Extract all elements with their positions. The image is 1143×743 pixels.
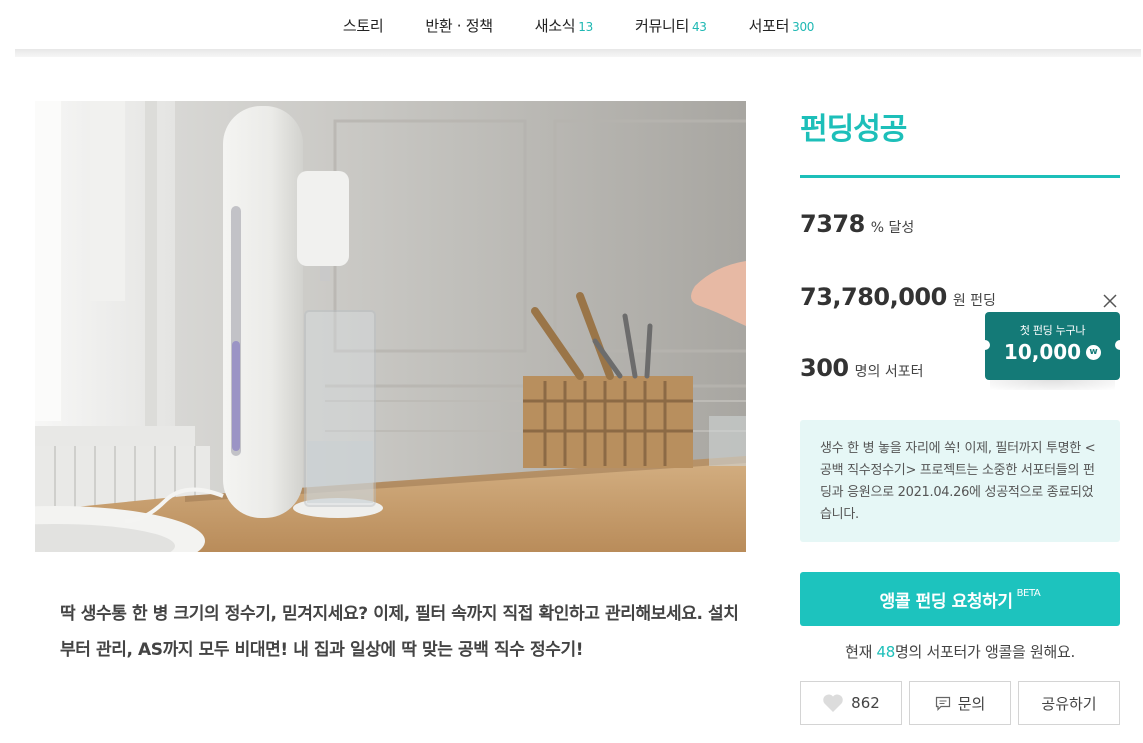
status-divider: [800, 175, 1120, 178]
top-nav: 스토리 반환 · 정책 새소식 13 커뮤니티 43 서포터 300: [0, 0, 1143, 50]
achievement-value: 7378: [800, 210, 865, 238]
message-icon: [935, 696, 951, 711]
funding-end-notice: 생수 한 병 놓을 자리에 쏙! 이제, 필터까지 투명한 <공백 직수정수기>…: [800, 420, 1120, 542]
tab-news-count: 13: [578, 19, 593, 34]
tab-story-label: 스토리: [342, 16, 384, 35]
badge-shadow: [990, 380, 1115, 390]
funding-end-notice-text: 생수 한 병 놓을 자리에 쏙! 이제, 필터까지 투명한 <공백 직수정수기>…: [820, 441, 1096, 522]
tab-community[interactable]: 커뮤니티 43: [614, 15, 728, 36]
tab-community-label: 커뮤니티: [634, 16, 689, 35]
tab-story[interactable]: 스토리: [322, 15, 405, 36]
first-funding-coupon-badge[interactable]: 첫 펀딩 누구나 10,000 w: [980, 312, 1125, 380]
achievement-rate: 7378 % 달성: [800, 210, 914, 238]
tab-supporters-label: 서포터: [748, 16, 790, 35]
tab-supporters[interactable]: 서포터 300: [728, 15, 836, 36]
encore-note-suffix: 명의 서포터가 앵콜을 원해요.: [895, 643, 1075, 661]
nav-divider: [15, 49, 1141, 57]
product-image: [35, 101, 746, 552]
share-label: 공유하기: [1041, 694, 1097, 713]
tab-supporters-count: 300: [792, 19, 815, 34]
supporter-count-value: 300: [800, 354, 849, 382]
share-button[interactable]: 공유하기: [1018, 681, 1120, 725]
funding-amount-unit: 원 펀딩: [952, 293, 996, 309]
supporter-count: 300 명의 서포터: [800, 354, 923, 382]
nav-tabs: 스토리 반환 · 정책 새소식 13 커뮤니티 43 서포터 300: [322, 15, 835, 36]
like-button[interactable]: 862: [800, 681, 902, 725]
tab-news[interactable]: 새소식 13: [514, 15, 614, 36]
funding-amount: 73,780,000 원 펀딩: [800, 283, 996, 311]
beta-badge: BETA: [1016, 587, 1041, 599]
tab-refund-policy-label: 반환 · 정책: [425, 16, 493, 35]
achievement-unit: % 달성: [870, 220, 915, 236]
encore-supporter-note: 현재 48명의 서포터가 앵콜을 원해요.: [800, 641, 1120, 662]
action-buttons: 862 문의 공유하기: [800, 681, 1120, 725]
encore-button-label: 앵콜 펀딩 요청하기: [879, 591, 1013, 612]
inquiry-label: 문의: [957, 694, 986, 713]
coupon-label: 첫 펀딩 누구나: [1019, 324, 1086, 337]
encore-note-prefix: 현재: [845, 643, 877, 661]
funding-amount-value: 73,780,000: [800, 283, 947, 311]
close-icon[interactable]: [1101, 292, 1119, 310]
supporter-count-unit: 명의 서포터: [854, 364, 924, 380]
encore-note-count: 48: [876, 643, 896, 661]
funding-status-title: 펀딩성공: [800, 112, 907, 147]
encore-request-button[interactable]: 앵콜 펀딩 요청하기 BETA: [800, 572, 1120, 626]
tab-refund-policy[interactable]: 반환 · 정책: [404, 15, 513, 36]
coupon-amount: 10,000 w: [985, 340, 1120, 364]
coupon-amount-value: 10,000: [1003, 340, 1082, 364]
story-description: 딱 생수통 한 병 크기의 정수기, 믿겨지세요? 이제, 필터 속까지 직접 …: [60, 604, 739, 660]
like-count: 862: [851, 694, 880, 712]
heart-icon: [822, 693, 844, 713]
inquiry-button[interactable]: 문의: [909, 681, 1011, 725]
tab-news-label: 새소식: [534, 16, 576, 35]
tab-community-count: 43: [691, 19, 707, 34]
coin-icon: w: [1086, 344, 1102, 360]
